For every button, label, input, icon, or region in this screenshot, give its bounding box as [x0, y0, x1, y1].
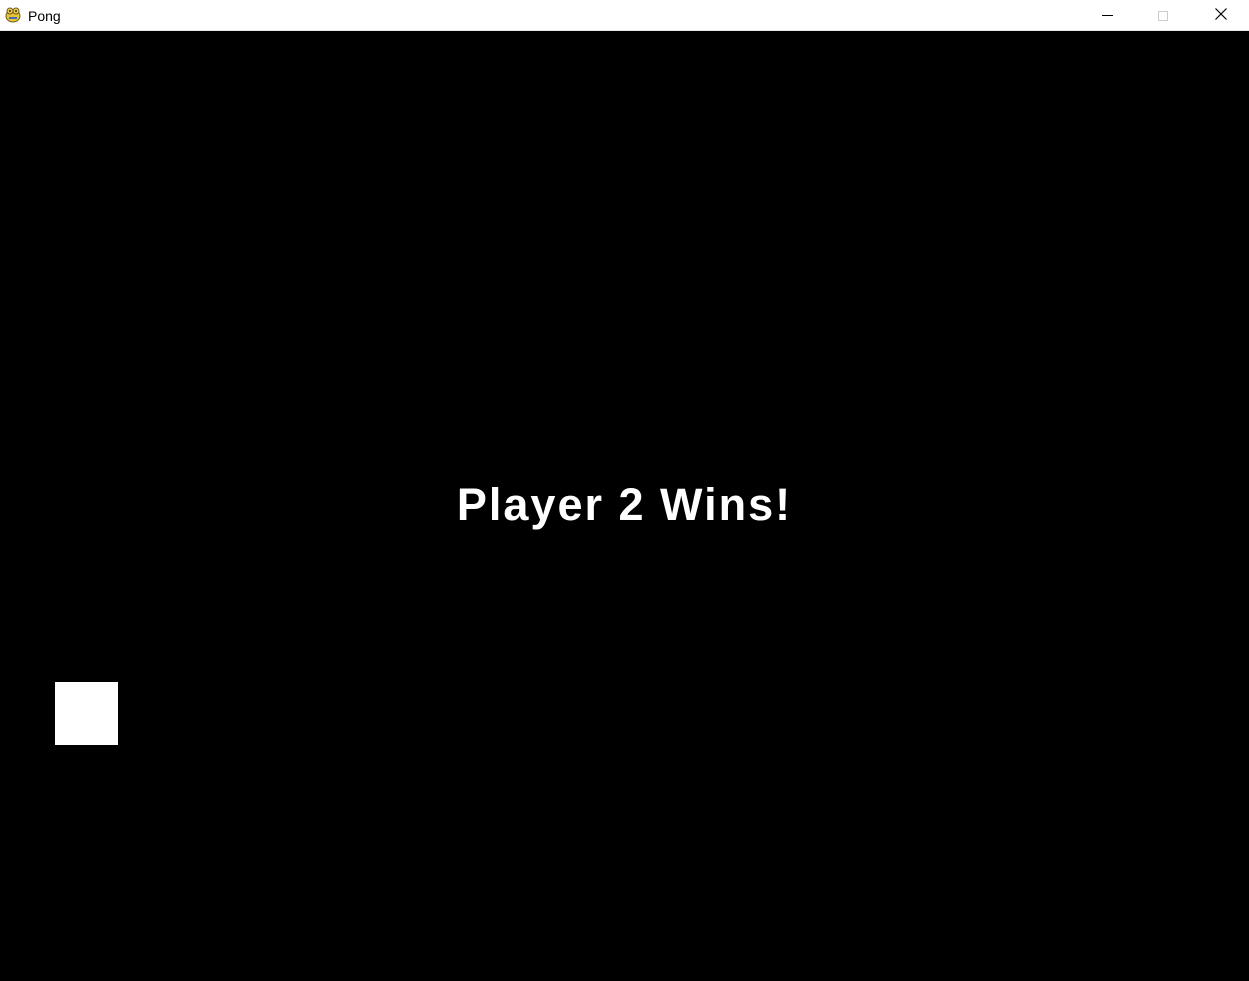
winner-message: Player 2 Wins!: [456, 479, 793, 530]
window-title: Pong: [28, 8, 61, 24]
ball: [55, 682, 118, 745]
game-canvas[interactable]: Player 2 Wins!: [0, 31, 1249, 981]
maximize-icon: [1158, 10, 1168, 21]
pong-window: Pong Player 2 Wins!: [0, 0, 1249, 981]
close-button[interactable]: [1192, 0, 1249, 31]
minimize-button[interactable]: [1079, 0, 1135, 31]
title-bar[interactable]: Pong: [0, 0, 1249, 31]
maximize-button[interactable]: [1135, 0, 1191, 31]
pygame-icon: [4, 5, 22, 23]
close-icon: [1214, 7, 1227, 25]
minimize-icon: [1101, 15, 1113, 16]
